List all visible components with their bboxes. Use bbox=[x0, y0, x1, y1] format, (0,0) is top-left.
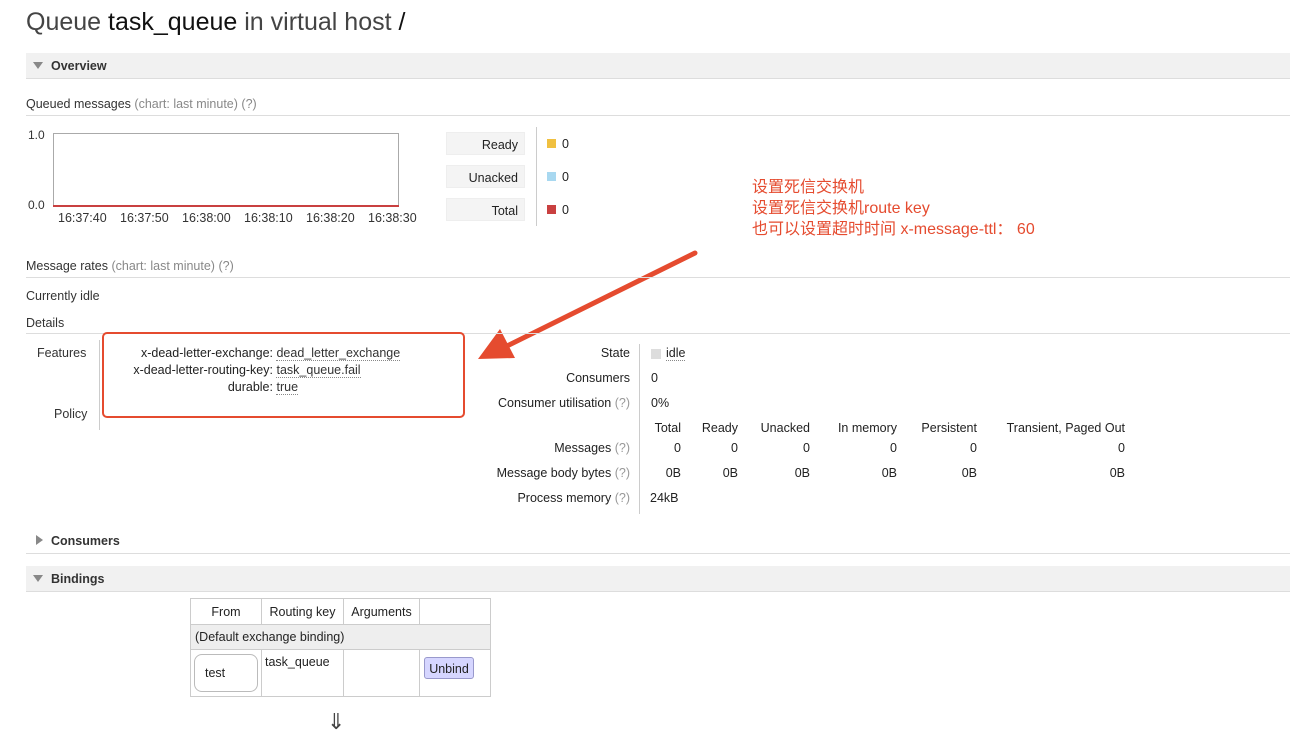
legend-total-value: 0 bbox=[562, 203, 569, 217]
x-tick-label: 16:38:30 bbox=[368, 211, 417, 225]
help-link[interactable]: (?) bbox=[218, 259, 233, 273]
messages-ready: 0 bbox=[731, 441, 738, 455]
stats-header-transient: Transient, Paged Out bbox=[1006, 421, 1125, 435]
chart-range-link[interactable]: (chart: last minute) bbox=[111, 259, 215, 273]
help-link[interactable]: (?) bbox=[615, 441, 630, 455]
process-memory-value: 24kB bbox=[650, 491, 679, 505]
state-value: idle bbox=[666, 346, 686, 361]
legend-unacked-value: 0 bbox=[562, 170, 569, 184]
x-tick-label: 16:38:20 bbox=[306, 211, 355, 225]
page-title: Queue task_queue in virtual host / bbox=[26, 8, 406, 36]
features-separator bbox=[99, 340, 100, 430]
expand-triangle-icon bbox=[36, 535, 43, 545]
process-memory-label: Process memory (?) bbox=[517, 491, 630, 505]
x-tick-label: 16:37:50 bbox=[120, 211, 169, 225]
stats-header-total: Total bbox=[654, 421, 681, 435]
messages-total: 0 bbox=[674, 441, 681, 455]
y-tick-label: 0.0 bbox=[28, 198, 45, 212]
consumers-value: 0 bbox=[651, 371, 658, 385]
y-tick-label: 1.0 bbox=[28, 128, 45, 142]
bindings-table: From Routing key Arguments (Default exch… bbox=[190, 598, 491, 697]
x-tick-label: 16:37:40 bbox=[58, 211, 107, 225]
binding-from-exchange[interactable]: test bbox=[194, 654, 258, 692]
queued-messages-chart bbox=[53, 133, 399, 207]
divider bbox=[26, 277, 1290, 278]
messages-unacked: 0 bbox=[803, 441, 810, 455]
stats-header-persistent: Persistent bbox=[921, 421, 977, 435]
overview-section-header[interactable]: Overview bbox=[26, 53, 1290, 79]
queued-messages-heading: Queued messages (chart: last minute) (?) bbox=[26, 97, 257, 111]
column-header-actions bbox=[419, 598, 491, 625]
messages-persistent: 0 bbox=[970, 441, 977, 455]
x-tick-label: 16:38:10 bbox=[244, 211, 293, 225]
consumers-section-header[interactable]: Consumers bbox=[26, 528, 1290, 554]
features-label: Features bbox=[37, 346, 87, 360]
column-header-routing-key: Routing key bbox=[261, 598, 344, 625]
legend-ready-swatch bbox=[547, 139, 556, 148]
collapse-triangle-icon bbox=[33, 62, 43, 69]
default-exchange-binding-row: (Default exchange binding) bbox=[190, 624, 491, 650]
help-link[interactable]: (?) bbox=[615, 491, 630, 505]
help-link[interactable]: (?) bbox=[615, 396, 630, 410]
column-header-arguments: Arguments bbox=[343, 598, 420, 625]
binding-routing-key: task_queue bbox=[261, 649, 344, 697]
message-rates-heading: Message rates (chart: last minute) (?) bbox=[26, 259, 234, 273]
vhost-name: / bbox=[398, 8, 406, 36]
annotation-text: 设置死信交换机 设置死信交换机route key 也可以设置超时时间 x-mes… bbox=[752, 179, 1035, 238]
details-heading: Details bbox=[26, 316, 65, 330]
state-icon bbox=[651, 349, 661, 359]
messages-label: Messages (?) bbox=[554, 441, 630, 455]
divider bbox=[26, 115, 1290, 116]
consumers-label: Consumers bbox=[566, 371, 630, 385]
stats-header-ready: Ready bbox=[701, 421, 738, 435]
legend-separator bbox=[536, 127, 537, 226]
down-arrow-icon: ⇓ bbox=[327, 710, 346, 735]
column-header-from: From bbox=[190, 598, 262, 625]
bindings-section-header[interactable]: Bindings bbox=[26, 566, 1290, 592]
legend-ready-value: 0 bbox=[562, 137, 569, 151]
body-bytes-total: 0B bbox=[665, 466, 681, 480]
body-bytes-persistent: 0B bbox=[961, 466, 977, 480]
legend-ready-label: Ready bbox=[446, 132, 525, 155]
stats-header-unacked: Unacked bbox=[760, 421, 810, 435]
help-link[interactable]: (?) bbox=[615, 466, 630, 480]
body-bytes-in-memory: 0B bbox=[881, 466, 897, 480]
help-link[interactable]: (?) bbox=[241, 97, 256, 111]
state-label: State bbox=[600, 346, 630, 360]
binding-arguments bbox=[343, 649, 420, 697]
legend-total-label: Total bbox=[446, 198, 525, 221]
consumer-utilisation-label: Consumer utilisation (?) bbox=[497, 396, 630, 410]
message-body-bytes-label: Message body bytes (?) bbox=[496, 466, 630, 480]
x-tick-label: 16:38:00 bbox=[182, 211, 231, 225]
legend-total-swatch bbox=[547, 205, 556, 214]
messages-transient: 0 bbox=[1118, 441, 1125, 455]
body-bytes-unacked: 0B bbox=[794, 466, 810, 480]
queue-name: task_queue bbox=[108, 8, 238, 36]
collapse-triangle-icon bbox=[33, 575, 43, 582]
message-rates-status: Currently idle bbox=[26, 289, 100, 303]
consumer-utilisation-value: 0% bbox=[651, 396, 670, 410]
legend-unacked-label: Unacked bbox=[446, 165, 525, 188]
messages-in-memory: 0 bbox=[890, 441, 897, 455]
policy-label: Policy bbox=[54, 407, 88, 421]
unbind-button[interactable]: Unbind bbox=[424, 657, 474, 679]
legend-unacked-swatch bbox=[547, 172, 556, 181]
body-bytes-transient: 0B bbox=[1109, 466, 1125, 480]
chart-range-link[interactable]: (chart: last minute) bbox=[134, 97, 238, 111]
stats-header-in-memory: In memory bbox=[837, 421, 897, 435]
body-bytes-ready: 0B bbox=[722, 466, 738, 480]
series-line-total bbox=[53, 205, 399, 207]
